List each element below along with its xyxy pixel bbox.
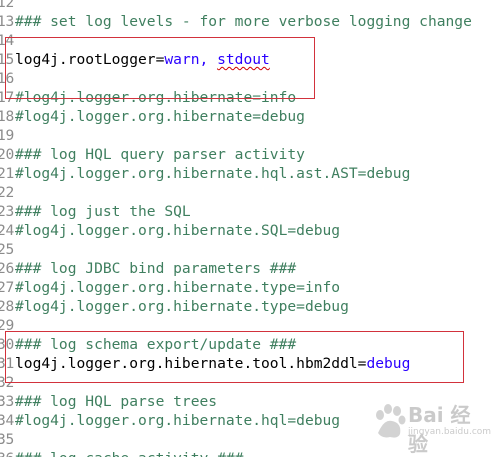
- line-number: 20: [0, 146, 14, 163]
- watermark-url: jingyan.baidu.com: [408, 427, 492, 437]
- code-line[interactable]: #log4j.logger.org.hibernate.SQL=debug: [15, 221, 340, 240]
- property-value: debug: [366, 355, 411, 372]
- baidu-paw-icon: [376, 404, 406, 438]
- line-number: 30: [0, 336, 14, 353]
- code-line[interactable]: #log4j.logger.org.hibernate=info: [15, 88, 296, 107]
- baidu-watermark: Bai 经验 jingyan.baidu.com: [370, 395, 492, 456]
- code-line[interactable]: log4j.logger.org.hibernate.tool.hbm2ddl=…: [15, 354, 410, 373]
- code-editor[interactable]: 12 13 14 15 16 17 18 19 20 21 22 23 24 25 26 27 28 29 30 31…: [0, 0, 494, 457]
- code-line[interactable]: #log4j.logger.org.hibernate.type=info: [15, 278, 340, 297]
- code-line[interactable]: #log4j.logger.org.hibernate.hql=debug: [15, 411, 340, 430]
- line-number: 18: [0, 108, 14, 125]
- line-number: 23: [0, 203, 14, 220]
- code-line[interactable]: ### set log levels - for more verbose lo…: [15, 12, 472, 31]
- code-line[interactable]: #log4j.logger.org.hibernate=debug: [15, 107, 305, 126]
- property-key: log4j.rootLogger=: [15, 51, 165, 68]
- line-number: 31: [0, 355, 14, 372]
- line-number: 22: [0, 184, 14, 201]
- property-value: warn,: [164, 51, 218, 68]
- line-number: 25: [0, 241, 14, 258]
- line-number: 26: [0, 260, 14, 277]
- line-number: 21: [0, 165, 14, 182]
- code-line[interactable]: #log4j.logger.org.hibernate.type=debug: [15, 297, 349, 316]
- code-line[interactable]: ### log cache activity ###: [15, 449, 243, 457]
- line-number: 35: [0, 431, 14, 448]
- line-number: 29: [0, 317, 14, 334]
- line-number: 13: [0, 13, 14, 30]
- line-number: 12: [0, 0, 14, 11]
- line-number: 14: [0, 32, 14, 49]
- line-number: 16: [0, 70, 14, 87]
- line-number: 27: [0, 279, 14, 296]
- code-line[interactable]: ### log HQL query parser activity: [15, 145, 305, 164]
- code-line[interactable]: log4j.rootLogger=warn, stdout: [15, 50, 270, 69]
- code-line[interactable]: #log4j.logger.org.hibernate.hql.ast.AST=…: [15, 164, 410, 183]
- line-number: 33: [0, 393, 14, 410]
- line-number: 32: [0, 374, 14, 391]
- code-line[interactable]: ### log schema export/update ###: [15, 335, 296, 354]
- line-number: 15: [0, 51, 14, 68]
- line-number: 24: [0, 222, 14, 239]
- line-number: 36: [0, 449, 14, 457]
- code-line[interactable]: ### log JDBC bind parameters ###: [15, 259, 296, 278]
- line-number: 34: [0, 412, 14, 429]
- line-number: 19: [0, 127, 14, 144]
- property-value-spellcheck: stdout: [217, 51, 270, 68]
- line-number-gutter: 12 13 14 15 16 17 18 19 20 21 22 23 24 25 26 27 28 29 30 31…: [0, 0, 14, 457]
- code-line[interactable]: ### log HQL parse trees: [15, 392, 217, 411]
- line-number: 17: [0, 89, 14, 106]
- line-number: 28: [0, 298, 14, 315]
- property-key: log4j.logger.org.hibernate.tool.hbm2ddl=: [15, 355, 367, 372]
- code-line[interactable]: ### log just the SQL: [15, 202, 191, 221]
